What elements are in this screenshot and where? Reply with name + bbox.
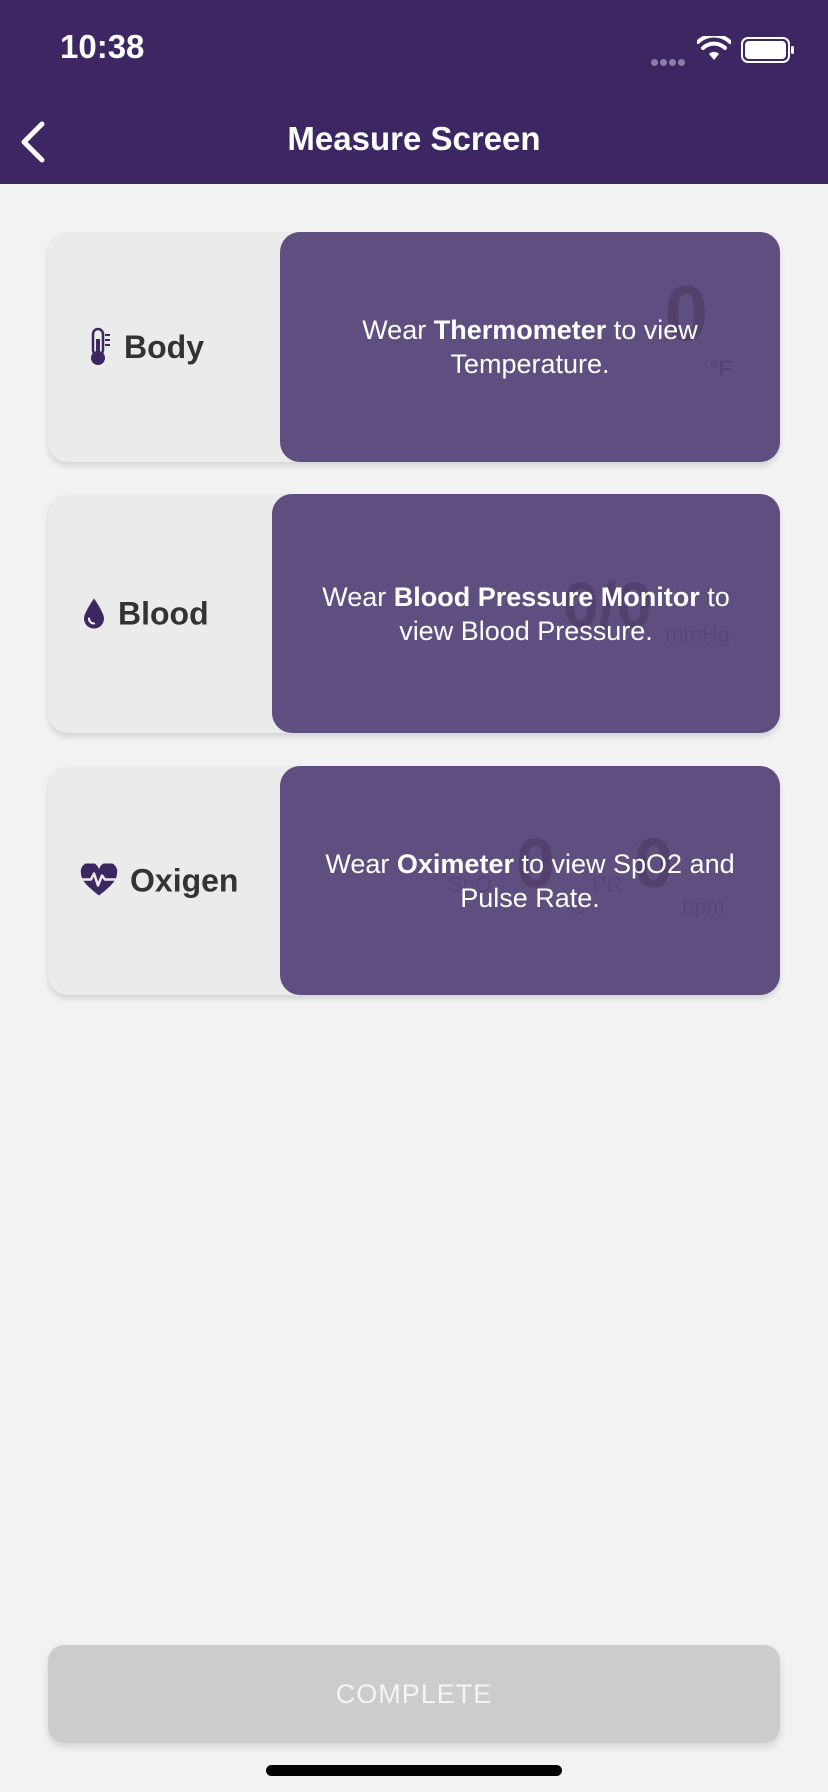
- card-label-body: Body: [86, 327, 204, 367]
- blood-drop-icon: [84, 598, 104, 629]
- blood-pressure-instruction: Wear Blood Pressure Monitor to view Bloo…: [316, 580, 736, 648]
- status-time: 10:38: [60, 28, 145, 65]
- thermometer-icon: [91, 327, 110, 365]
- card-label-text: Blood: [118, 595, 209, 631]
- wifi-icon: [697, 36, 731, 60]
- card-label-text: Body: [124, 328, 204, 365]
- page-title: Measure Screen: [287, 120, 541, 157]
- device-name: Oximeter: [396, 848, 514, 879]
- temperature-instruction: Wear Thermometer to view Temperature.: [330, 313, 730, 381]
- blood-pressure-card[interactable]: Blood 0/0 mmHg Wear Blood Pressure Monit…: [48, 494, 780, 733]
- oxygen-instruction: Wear Oximeter to view SpO2 and Pulse Rat…: [310, 847, 750, 915]
- temperature-panel: 0 °F Wear Thermometer to view Temperatur…: [280, 232, 780, 462]
- msg-prefix: Wear: [322, 581, 394, 612]
- header-bar: 10:38 Measure Screen: [0, 0, 828, 184]
- heart-pulse-icon: [80, 863, 118, 896]
- oxygen-panel: SpO 0 % PR 0 bpm Wear Oximeter to view S…: [280, 766, 780, 995]
- card-label-text: Oxigen: [130, 862, 239, 898]
- home-indicator: [266, 1765, 562, 1776]
- device-name: Thermometer: [433, 315, 607, 345]
- card-label-blood: Blood: [82, 595, 209, 632]
- battery-icon: [741, 37, 794, 63]
- blood-pressure-panel: 0/0 mmHg Wear Blood Pressure Monitor to …: [272, 494, 780, 733]
- oxygen-card[interactable]: Oxigen SpO 0 % PR 0 bpm Wear Oximeter to…: [48, 766, 780, 995]
- body-temperature-card[interactable]: Body 0 °F Wear Thermometer to view Tempe…: [48, 232, 780, 462]
- cellular-signal-icon: [651, 53, 687, 71]
- msg-prefix: Wear: [362, 315, 434, 345]
- card-label-oxigen: Oxigen: [80, 862, 238, 899]
- complete-button[interactable]: COMPLETE: [48, 1645, 780, 1743]
- msg-prefix: Wear: [325, 848, 397, 879]
- device-name: Blood Pressure Monitor: [393, 581, 700, 612]
